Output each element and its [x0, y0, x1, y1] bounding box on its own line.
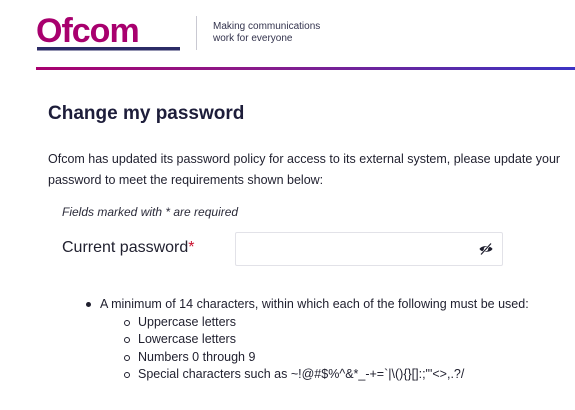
requirement-length-text: A minimum of 14 characters, within which…	[100, 297, 529, 311]
requirement-lowercase: Lowercase letters	[124, 331, 556, 349]
requirement-uppercase: Uppercase letters	[124, 314, 556, 332]
requirement-special-chars: Special characters such as ~!@#$%^&*_-+=…	[124, 366, 556, 384]
site-header: Ofcom Making communications work for eve…	[0, 0, 575, 70]
current-password-label-text: Current password	[62, 239, 189, 256]
requirement-numbers: Numbers 0 through 9	[124, 349, 556, 367]
current-password-input[interactable]	[236, 233, 466, 265]
tagline-line-1: Making communications	[213, 21, 321, 32]
required-marker: *	[188, 239, 195, 256]
current-password-label: Current password*	[62, 239, 195, 257]
eye-slash-icon[interactable]	[478, 242, 494, 256]
requirement-sublist: Uppercase letters Lowercase letters Numb…	[100, 314, 556, 384]
requirement-length: A minimum of 14 characters, within which…	[86, 296, 556, 384]
current-password-field	[235, 232, 503, 266]
header-divider	[196, 16, 197, 50]
ofcom-logo[interactable]: Ofcom	[36, 14, 182, 54]
intro-text: Ofcom has updated its password policy fo…	[48, 152, 561, 187]
logo-wordmark: Ofcom	[36, 14, 139, 50]
password-requirements: A minimum of 14 characters, within which…	[86, 296, 556, 384]
header-tagline: Making communications work for everyone	[213, 21, 320, 45]
header-gradient-bar	[36, 67, 575, 70]
tagline-line-2: work for everyone	[213, 33, 293, 44]
required-fields-note: Fields marked with * are required	[62, 205, 239, 219]
page-title: Change my password	[48, 103, 245, 124]
